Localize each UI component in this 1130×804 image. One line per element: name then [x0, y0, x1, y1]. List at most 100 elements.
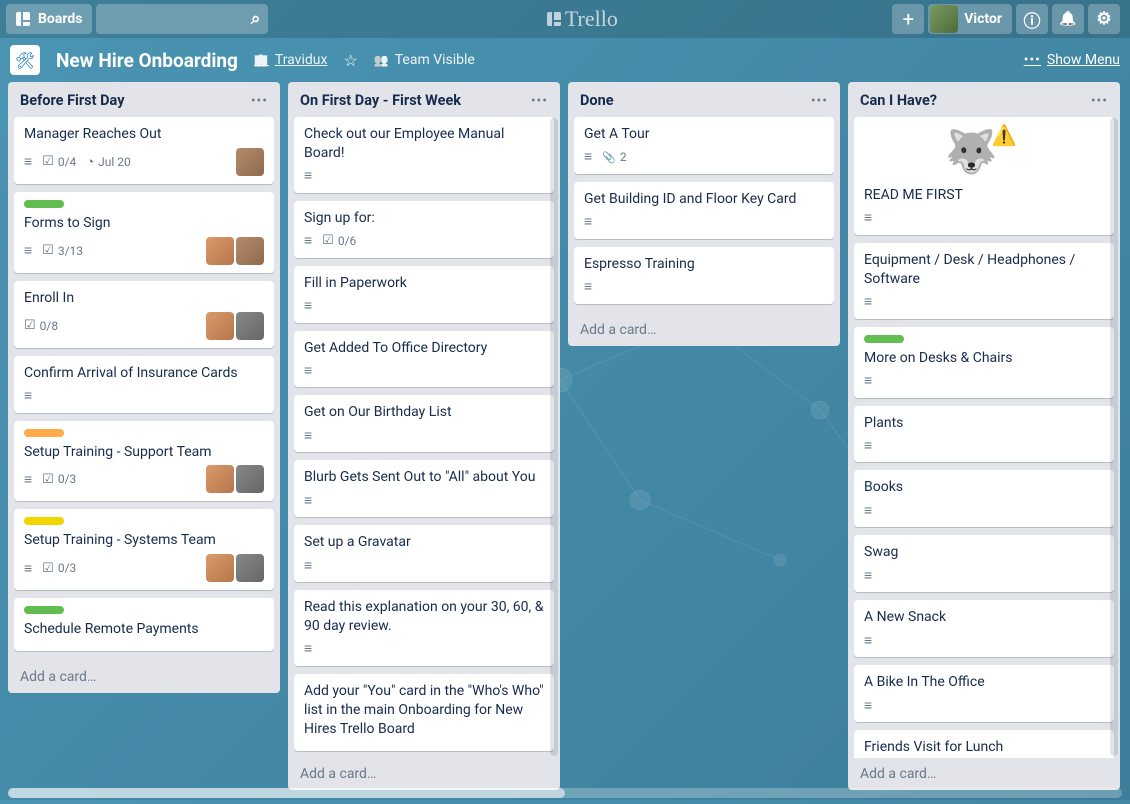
show-menu-button[interactable]: ••• Show Menu: [1024, 52, 1120, 68]
member-avatar[interactable]: [236, 312, 264, 340]
card-label[interactable]: [24, 200, 64, 208]
member-avatar[interactable]: [236, 554, 264, 582]
checklist-icon: [42, 472, 54, 487]
card-labels: [864, 335, 1104, 343]
search-input[interactable]: [96, 4, 268, 34]
card[interactable]: Enroll In0/8: [14, 281, 274, 348]
horizontal-scrollbar[interactable]: [8, 788, 1122, 798]
create-button[interactable]: [892, 4, 924, 34]
list-menu-button[interactable]: •••: [1091, 93, 1108, 109]
card[interactable]: Confirm Arrival of Insurance Cards: [14, 356, 274, 413]
member-avatar[interactable]: [206, 312, 234, 340]
list-menu-button[interactable]: •••: [251, 93, 268, 109]
card[interactable]: A Bike In The Office: [854, 665, 1114, 722]
global-header: Boards Trello Victor: [0, 0, 1130, 38]
board-title[interactable]: New Hire Onboarding: [56, 49, 238, 72]
description-badge: [304, 492, 312, 509]
member-avatar[interactable]: [206, 465, 234, 493]
list-title[interactable]: Done: [580, 92, 614, 109]
description-badge: [304, 167, 312, 184]
card-list: Get A Tour2 Get Building ID and Floor Key…: [568, 117, 840, 314]
list-menu-button[interactable]: •••: [811, 93, 828, 109]
notifications-button[interactable]: [1052, 4, 1084, 34]
card-title: Enroll In: [24, 289, 264, 308]
card[interactable]: Sign up for:0/6: [294, 201, 554, 258]
boards-button-label: Boards: [38, 11, 82, 27]
card[interactable]: Setup Training - Systems Team0/3: [14, 509, 274, 590]
card[interactable]: Schedule Remote Payments: [14, 598, 274, 651]
list-menu-button[interactable]: •••: [531, 93, 548, 109]
card[interactable]: Fill in Paperwork: [294, 266, 554, 323]
card[interactable]: Plants: [854, 406, 1114, 463]
description-icon: [24, 153, 32, 170]
card[interactable]: Forms to Sign3/13: [14, 192, 274, 273]
star-board[interactable]: [343, 51, 357, 70]
list-title[interactable]: On First Day - First Week: [300, 92, 461, 109]
description-icon: [864, 632, 872, 649]
card[interactable]: Read this explanation on your 30, 60, & …: [294, 590, 554, 666]
boards-button[interactable]: Boards: [6, 4, 92, 34]
card[interactable]: Setup Training - Support Team0/3: [14, 421, 274, 502]
attachment-icon: [602, 150, 616, 164]
card-label[interactable]: [24, 429, 64, 437]
card[interactable]: Swag: [854, 535, 1114, 592]
card[interactable]: Add your "You" card in the "Who's Who" l…: [294, 674, 554, 751]
card[interactable]: 🐺⚠️READ ME FIRST: [854, 117, 1114, 235]
description-badge: [24, 153, 32, 170]
member-avatar[interactable]: [206, 554, 234, 582]
card[interactable]: Check out our Employee Manual Board!: [294, 117, 554, 193]
user-name-label: Victor: [964, 11, 1002, 27]
member-avatar[interactable]: [236, 237, 264, 265]
card[interactable]: Get on Our Birthday List: [294, 395, 554, 452]
member-avatar[interactable]: [236, 465, 264, 493]
card-title: Espresso Training: [584, 255, 824, 274]
card[interactable]: A New Snack: [854, 600, 1114, 657]
board-org[interactable]: Travidux: [254, 52, 328, 68]
description-badge: [864, 632, 872, 649]
list-title[interactable]: Can I Have?: [860, 92, 937, 109]
scrollbar-thumb[interactable]: [8, 788, 565, 798]
card[interactable]: Manager Reaches Out0/4Jul 20: [14, 117, 274, 184]
list-scrollbar[interactable]: [1110, 118, 1118, 756]
list-scrollbar[interactable]: [550, 118, 558, 756]
card-label[interactable]: [24, 606, 64, 614]
list: Before First Day ••• Manager Reaches Out0/…: [8, 82, 280, 693]
card[interactable]: Blurb Gets Sent Out to "All" about You: [294, 460, 554, 517]
card-label[interactable]: [24, 517, 64, 525]
description-icon: [304, 492, 312, 509]
card[interactable]: More on Desks & Chairs: [854, 327, 1114, 398]
member-avatar[interactable]: [206, 237, 234, 265]
list-title[interactable]: Before First Day: [20, 92, 125, 109]
people-icon: [374, 52, 389, 68]
card[interactable]: Get Added To Office Directory: [294, 331, 554, 388]
checklist-icon: [42, 154, 54, 169]
trello-logo[interactable]: Trello: [272, 6, 892, 32]
member-avatar[interactable]: [236, 148, 264, 176]
card[interactable]: Espresso Training: [574, 247, 834, 304]
add-card-button[interactable]: Add a card…: [568, 314, 840, 346]
card-members: [206, 465, 264, 493]
description-icon: [304, 427, 312, 444]
user-menu[interactable]: Victor: [928, 4, 1012, 34]
card[interactable]: Equipment / Desk / Headphones / Software: [854, 243, 1114, 319]
boards-icon: [16, 12, 30, 26]
board-canvas[interactable]: Before First Day ••• Manager Reaches Out0/…: [0, 82, 1130, 790]
card[interactable]: Get A Tour2: [574, 117, 834, 174]
card-cover-image: 🐺⚠️: [954, 125, 1014, 180]
board-visibility[interactable]: Team Visible: [374, 52, 475, 68]
card[interactable]: Set up a Gravatar: [294, 525, 554, 582]
card[interactable]: Get Building ID and Floor Key Card: [574, 182, 834, 239]
settings-button[interactable]: [1088, 4, 1120, 34]
card[interactable]: Friends Visit for Lunch: [854, 730, 1114, 758]
add-card-button[interactable]: Add a card…: [8, 661, 280, 693]
add-card-button[interactable]: Add a card…: [288, 758, 560, 790]
card[interactable]: Books: [854, 470, 1114, 527]
description-badge: [584, 148, 592, 165]
info-button[interactable]: [1016, 4, 1048, 34]
description-icon: [584, 148, 592, 165]
card-label[interactable]: [864, 335, 904, 343]
description-badge: [864, 372, 872, 389]
card-members: [236, 148, 264, 176]
checklist-badge: 0/3: [42, 561, 76, 576]
add-card-button[interactable]: Add a card…: [848, 758, 1120, 790]
